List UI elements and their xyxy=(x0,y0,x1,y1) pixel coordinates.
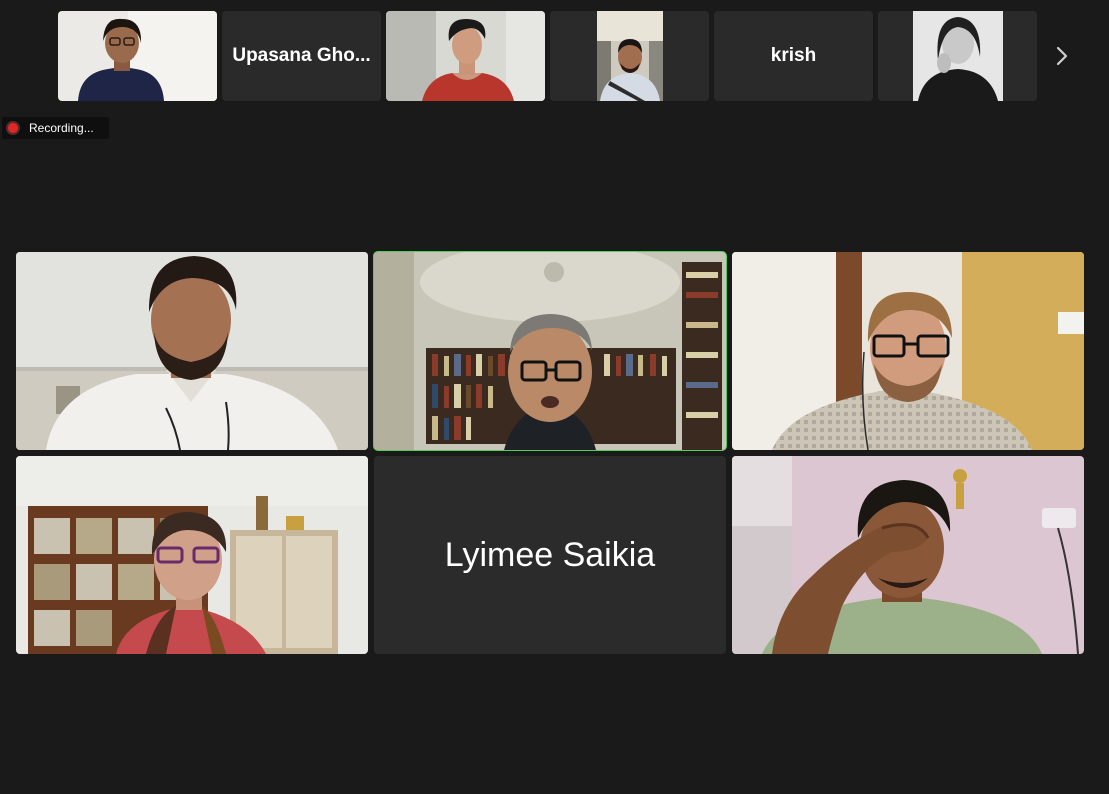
recording-label: Recording... xyxy=(29,121,94,135)
participant-video-tile[interactable] xyxy=(16,456,368,654)
participant-video-tile-active-speaker[interactable] xyxy=(373,251,727,451)
participant-name-tile[interactable]: krish xyxy=(714,11,873,101)
participant-video xyxy=(386,11,545,101)
participant-name: Upasana Gho... xyxy=(232,45,371,66)
participant-video xyxy=(878,11,1037,101)
participant-video-tile[interactable] xyxy=(732,456,1084,654)
participant-video xyxy=(58,11,217,101)
participant-video-tile[interactable] xyxy=(732,252,1084,450)
participant-video xyxy=(550,11,709,101)
participant-video xyxy=(374,252,726,450)
participant-video-tile[interactable] xyxy=(58,11,217,101)
participant-video-tile[interactable] xyxy=(878,11,1037,101)
participant-name-tile[interactable]: Upasana Gho... xyxy=(222,11,381,101)
participant-video xyxy=(16,252,368,450)
participant-name-tile[interactable]: Lyimee Saikia xyxy=(374,456,726,654)
participant-video-tile[interactable] xyxy=(550,11,709,101)
meeting-window: Upasana Gho... krish Recording... Lyimee… xyxy=(0,0,1109,794)
participant-name: Lyimee Saikia xyxy=(444,535,656,574)
participant-video-tile[interactable] xyxy=(16,252,368,450)
participant-video xyxy=(16,456,368,654)
recording-dot-icon xyxy=(8,123,18,133)
participant-video xyxy=(732,456,1084,654)
participant-video-tile[interactable] xyxy=(386,11,545,101)
participant-video xyxy=(732,252,1084,450)
chevron-right-icon[interactable] xyxy=(1045,11,1079,101)
recording-indicator[interactable]: Recording... xyxy=(2,117,109,139)
participant-name: krish xyxy=(770,45,817,66)
